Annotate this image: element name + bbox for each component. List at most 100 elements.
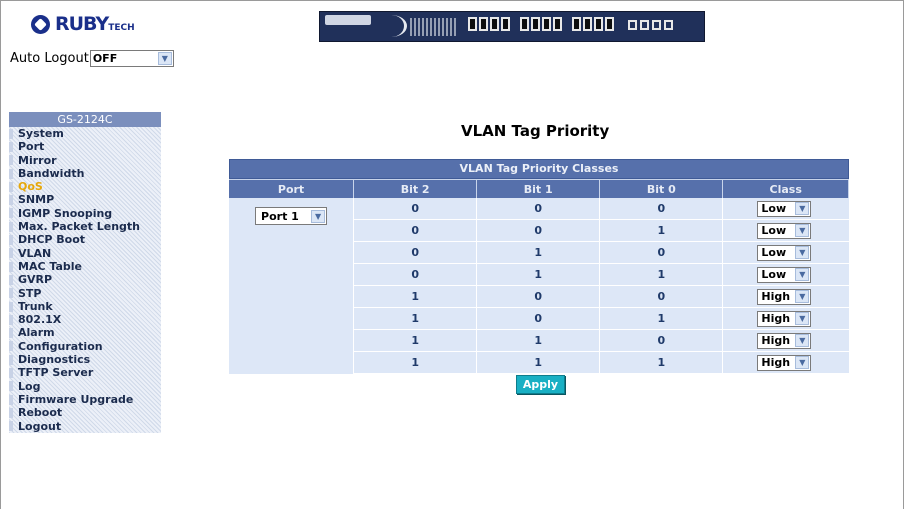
bit0-cell: 0 [600,286,724,308]
chevron-down-icon: ▼ [795,268,810,281]
class-select-value: Low [761,202,787,215]
bit1-cell: 0 [477,198,601,220]
class-select-value: Low [761,246,787,259]
sidebar-item-firmware-upgrade[interactable]: Firmware Upgrade [9,393,161,406]
chevron-down-icon: ▼ [311,209,326,223]
bit1-cell: 1 [477,242,601,264]
logo-text: RUBY [55,13,109,35]
sidebar-item-configuration[interactable]: Configuration [9,340,161,353]
class-cell: High ▼ [723,352,849,374]
apply-button[interactable]: Apply [516,375,565,394]
sidebar: GS-2124C System Port Mirror Bandwidth Qo… [9,112,161,433]
bit2-cell: 1 [354,308,478,330]
auto-logout-value: OFF [92,52,118,65]
sidebar-title: GS-2124C [9,112,161,127]
class-cell: Low ▼ [723,242,849,264]
bit1-cell: 1 [477,352,601,374]
class-select-value: Low [761,268,787,281]
class-cell: Low ▼ [723,264,849,286]
logo-suffix: TECH [108,23,135,33]
class-select[interactable]: Low ▼ [757,200,812,217]
device-swoosh [376,15,407,37]
chevron-down-icon: ▼ [795,224,810,237]
class-select[interactable]: High ▼ [757,354,812,371]
sidebar-item-port[interactable]: Port [9,140,161,153]
class-cell: High ▼ [723,286,849,308]
port-group-1 [468,17,510,33]
sidebar-item-802-1x[interactable]: 802.1X [9,313,161,326]
auto-logout-select[interactable]: OFF ▼ [89,50,174,67]
column-header-bit1: Bit 1 [477,179,601,198]
sfp-ports [628,20,673,32]
class-select-value: High [761,312,791,325]
bit1-cell: 0 [477,308,601,330]
page-title: VLAN Tag Priority [461,122,610,140]
port-group-3 [572,17,614,33]
table-row: Port 1 ▼ 0 0 0 Low ▼ [229,198,849,374]
sidebar-item-alarm[interactable]: Alarm [9,326,161,339]
sidebar-item-igmp-snooping[interactable]: IGMP Snooping [9,207,161,220]
table-caption: VLAN Tag Priority Classes [229,159,849,179]
sidebar-item-tftp-server[interactable]: TFTP Server [9,366,161,379]
sidebar-item-stp[interactable]: STP [9,287,161,300]
sidebar-item-snmp[interactable]: SNMP [9,193,161,206]
bit2-cell: 1 [354,330,478,352]
bit0-cell: 0 [600,242,724,264]
class-cell: Low ▼ [723,220,849,242]
class-select[interactable]: Low ▼ [757,244,812,261]
auto-logout: Auto Logout OFF ▼ [10,50,174,67]
class-select[interactable]: High ▼ [757,288,812,305]
sidebar-item-reboot[interactable]: Reboot [9,406,161,419]
bit1-cell: 0 [477,220,601,242]
bit2-cell: 1 [354,286,478,308]
bit2-cell: 0 [354,198,478,220]
sidebar-item-trunk[interactable]: Trunk [9,300,161,313]
bit0-cell: 1 [600,352,724,374]
port-group-2 [520,17,562,33]
sidebar-item-max-packet-length[interactable]: Max. Packet Length [9,220,161,233]
device-brand-plate [325,15,371,25]
sidebar-item-dhcp-boot[interactable]: DHCP Boot [9,233,161,246]
sidebar-item-gvrp[interactable]: GVRP [9,273,161,286]
class-select-value: High [761,290,791,303]
sidebar-item-bandwidth[interactable]: Bandwidth [9,167,161,180]
class-select[interactable]: Low ▼ [757,222,812,239]
bit2-cell: 1 [354,352,478,374]
class-select[interactable]: High ▼ [757,332,812,349]
class-cell: High ▼ [723,308,849,330]
column-header-class: Class [723,179,849,198]
port-select-value: Port 1 [261,209,299,223]
sidebar-item-vlan[interactable]: VLAN [9,247,161,260]
chevron-down-icon: ▼ [795,290,810,303]
sidebar-item-mac-table[interactable]: MAC Table [9,260,161,273]
bit0-cell: 1 [600,220,724,242]
class-cell: High ▼ [723,330,849,352]
sidebar-item-mirror[interactable]: Mirror [9,154,161,167]
sidebar-item-log[interactable]: Log [9,380,161,393]
bit1-cell: 1 [477,264,601,286]
rubytech-logo: RUBYTECH [31,13,135,35]
sidebar-item-logout[interactable]: Logout [9,420,161,433]
bit0-cell: 1 [600,264,724,286]
bit2-cell: 0 [354,264,478,286]
bit0-cell: 0 [600,198,724,220]
bit0-cell: 1 [600,308,724,330]
port-select[interactable]: Port 1 ▼ [255,207,328,225]
chevron-down-icon: ▼ [795,312,810,325]
class-select[interactable]: Low ▼ [757,266,812,283]
chevron-down-icon: ▼ [795,246,810,259]
bit2-cell: 0 [354,242,478,264]
chevron-down-icon: ▼ [795,356,810,369]
sidebar-item-qos[interactable]: QoS [9,180,161,193]
sidebar-item-diagnostics[interactable]: Diagnostics [9,353,161,366]
chevron-down-icon: ▼ [157,52,172,65]
logo-mark-icon [31,14,50,34]
bit2-cell: 0 [354,220,478,242]
vlan-priority-table: VLAN Tag Priority Classes Port Bit 2 Bit… [229,159,849,374]
class-cell: Low ▼ [723,198,849,220]
bit1-cell: 1 [477,330,601,352]
bit0-cell: 0 [600,330,724,352]
class-select[interactable]: High ▼ [757,310,812,327]
sidebar-item-system[interactable]: System [9,127,161,140]
column-header-port: Port [229,179,355,198]
